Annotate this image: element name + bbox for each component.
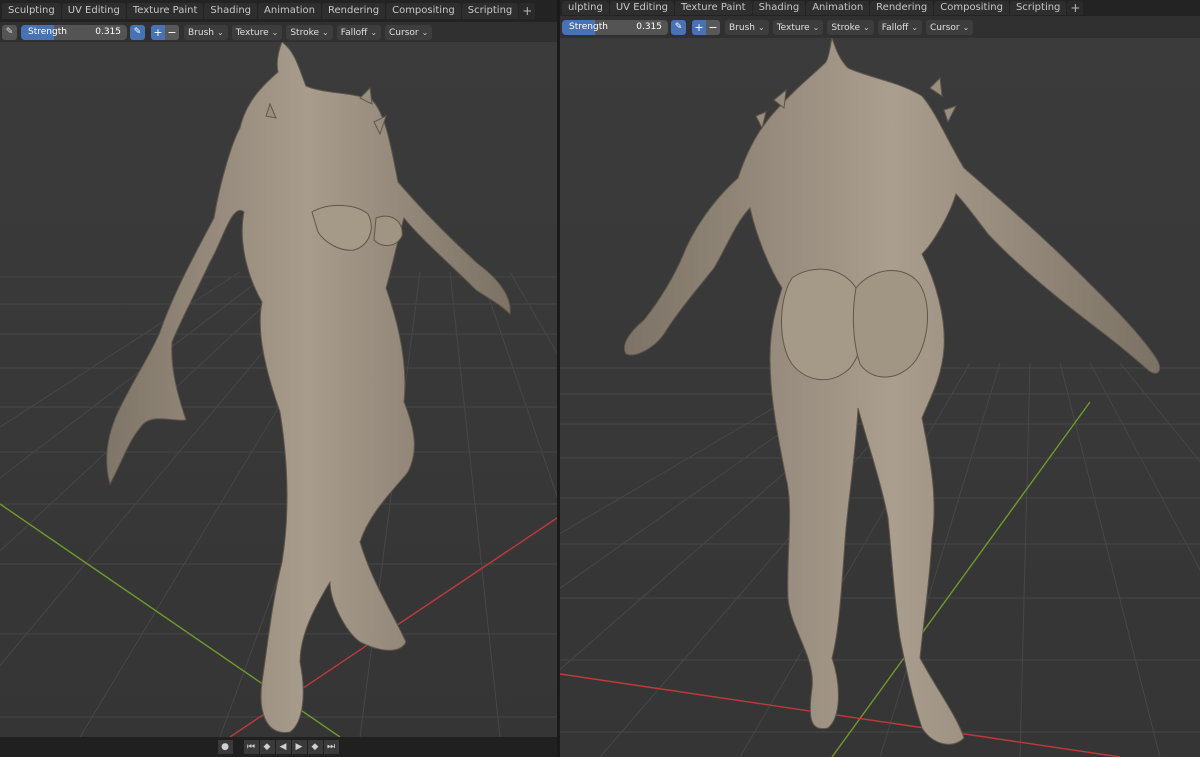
tab-shading[interactable]: Shading [752, 1, 806, 15]
stroke-dropdown-label: Stroke [831, 22, 861, 33]
cursor-dropdown-label: Cursor [389, 27, 419, 38]
tab-animation[interactable]: Animation [806, 1, 870, 15]
strength-label: Strength [28, 26, 67, 37]
brush-dropdown[interactable]: Brush ⌄ [725, 19, 769, 35]
viewport-panel-right: ulpting UV Editing Texture Paint Shading… [560, 0, 1200, 757]
play-reverse-icon[interactable]: ◀ [275, 740, 291, 754]
add-workspace-icon[interactable]: + [519, 3, 536, 19]
cursor-dropdown[interactable]: Cursor ⌄ [385, 24, 433, 40]
chevron-down-icon: ⌄ [421, 27, 429, 37]
texture-dropdown-label: Texture [776, 22, 810, 33]
falloff-dropdown-label: Falloff [340, 27, 368, 38]
add-direction-button[interactable]: + [692, 19, 706, 35]
tab-compositing[interactable]: Compositing [386, 3, 461, 19]
brush-dropdown-label: Brush [188, 27, 214, 38]
tab-rendering[interactable]: Rendering [870, 1, 934, 15]
add-workspace-icon[interactable]: + [1067, 1, 1084, 15]
tab-sculpting[interactable]: Sculpting [2, 3, 61, 19]
stroke-dropdown[interactable]: Stroke ⌄ [827, 19, 874, 35]
tab-uv-editing[interactable]: UV Editing [609, 1, 675, 15]
brush-dropdown-label: Brush [729, 22, 755, 33]
chevron-down-icon: ⌄ [911, 22, 919, 32]
tab-compositing[interactable]: Compositing [934, 1, 1009, 15]
direction-toggle: + − [151, 24, 179, 40]
workspace-tabs: Sculpting UV Editing Texture Paint Shadi… [0, 0, 557, 22]
play-icon[interactable]: ▶ [291, 740, 307, 754]
strength-value: 0.315 [95, 26, 121, 37]
strength-label: Strength [569, 21, 608, 32]
pen-pressure-icon[interactable]: ✎ [671, 19, 686, 35]
chevron-down-icon: ⌄ [216, 27, 224, 37]
3d-viewport-front[interactable] [0, 42, 557, 737]
texture-dropdown[interactable]: Texture ⌄ [772, 19, 824, 35]
falloff-dropdown[interactable]: Falloff ⌄ [877, 19, 923, 35]
tab-scripting[interactable]: Scripting [461, 3, 519, 19]
brush-dropdown[interactable]: Brush ⌄ [184, 24, 228, 40]
viewport-canvas [0, 42, 557, 737]
strength-slider[interactable]: Strength 0.315 [562, 19, 668, 35]
stroke-dropdown-label: Stroke [290, 27, 320, 38]
tab-texture-paint[interactable]: Texture Paint [675, 1, 752, 15]
falloff-dropdown[interactable]: Falloff ⌄ [336, 24, 382, 40]
jump-end-icon[interactable]: ⏭ [323, 740, 339, 754]
chevron-down-icon: ⌄ [812, 22, 820, 32]
direction-toggle: + − [692, 19, 720, 35]
chevron-down-icon: ⌄ [322, 27, 329, 37]
strength-slider[interactable]: Strength 0.315 [21, 24, 127, 40]
texture-dropdown-label: Texture [235, 27, 269, 38]
previous-keyframe-icon[interactable]: ◆ [259, 740, 275, 754]
chevron-down-icon: ⌄ [757, 22, 765, 32]
brush-tool-icon[interactable]: ✎ [2, 24, 17, 40]
tab-animation[interactable]: Animation [258, 3, 322, 19]
tab-rendering[interactable]: Rendering [322, 3, 386, 19]
chevron-down-icon: ⌄ [271, 27, 279, 37]
cursor-dropdown[interactable]: Cursor ⌄ [926, 19, 974, 35]
texture-dropdown[interactable]: Texture ⌄ [231, 24, 283, 40]
record-icon[interactable]: ● [217, 740, 233, 754]
viewport-canvas [560, 38, 1200, 757]
falloff-dropdown-label: Falloff [881, 22, 909, 33]
tab-uv-editing[interactable]: UV Editing [61, 3, 126, 19]
3d-viewport-back[interactable] [560, 38, 1200, 757]
timeline-playback-controls: ● ⏮ ◆ ◀ ▶ ◆ ⏭ [0, 737, 557, 757]
strength-value: 0.315 [636, 21, 662, 32]
workspace-tabs: ulpting UV Editing Texture Paint Shading… [560, 0, 1200, 16]
viewport-panel-left: Sculpting UV Editing Texture Paint Shadi… [0, 0, 557, 757]
tool-header: Strength 0.315 ✎ + − Brush ⌄ Texture ⌄ Str… [560, 16, 1200, 38]
tab-scripting[interactable]: Scripting [1009, 1, 1067, 15]
tool-header: ✎ Strength 0.315 ✎ + − Brush ⌄ Texture ⌄ S… [0, 22, 557, 42]
tab-shading[interactable]: Shading [204, 3, 258, 19]
add-direction-button[interactable]: + [151, 24, 165, 40]
jump-start-icon[interactable]: ⏮ [243, 740, 259, 754]
chevron-down-icon: ⌄ [370, 27, 378, 37]
pen-pressure-icon[interactable]: ✎ [130, 24, 145, 40]
subtract-direction-button[interactable]: − [165, 24, 179, 40]
chevron-down-icon: ⌄ [863, 22, 870, 32]
next-keyframe-icon[interactable]: ◆ [307, 740, 323, 754]
subtract-direction-button[interactable]: − [706, 19, 720, 35]
chevron-down-icon: ⌄ [962, 22, 970, 32]
cursor-dropdown-label: Cursor [930, 22, 960, 33]
tab-sculpting[interactable]: ulpting [562, 1, 609, 15]
stroke-dropdown[interactable]: Stroke ⌄ [286, 24, 333, 40]
tab-texture-paint[interactable]: Texture Paint [126, 3, 204, 19]
